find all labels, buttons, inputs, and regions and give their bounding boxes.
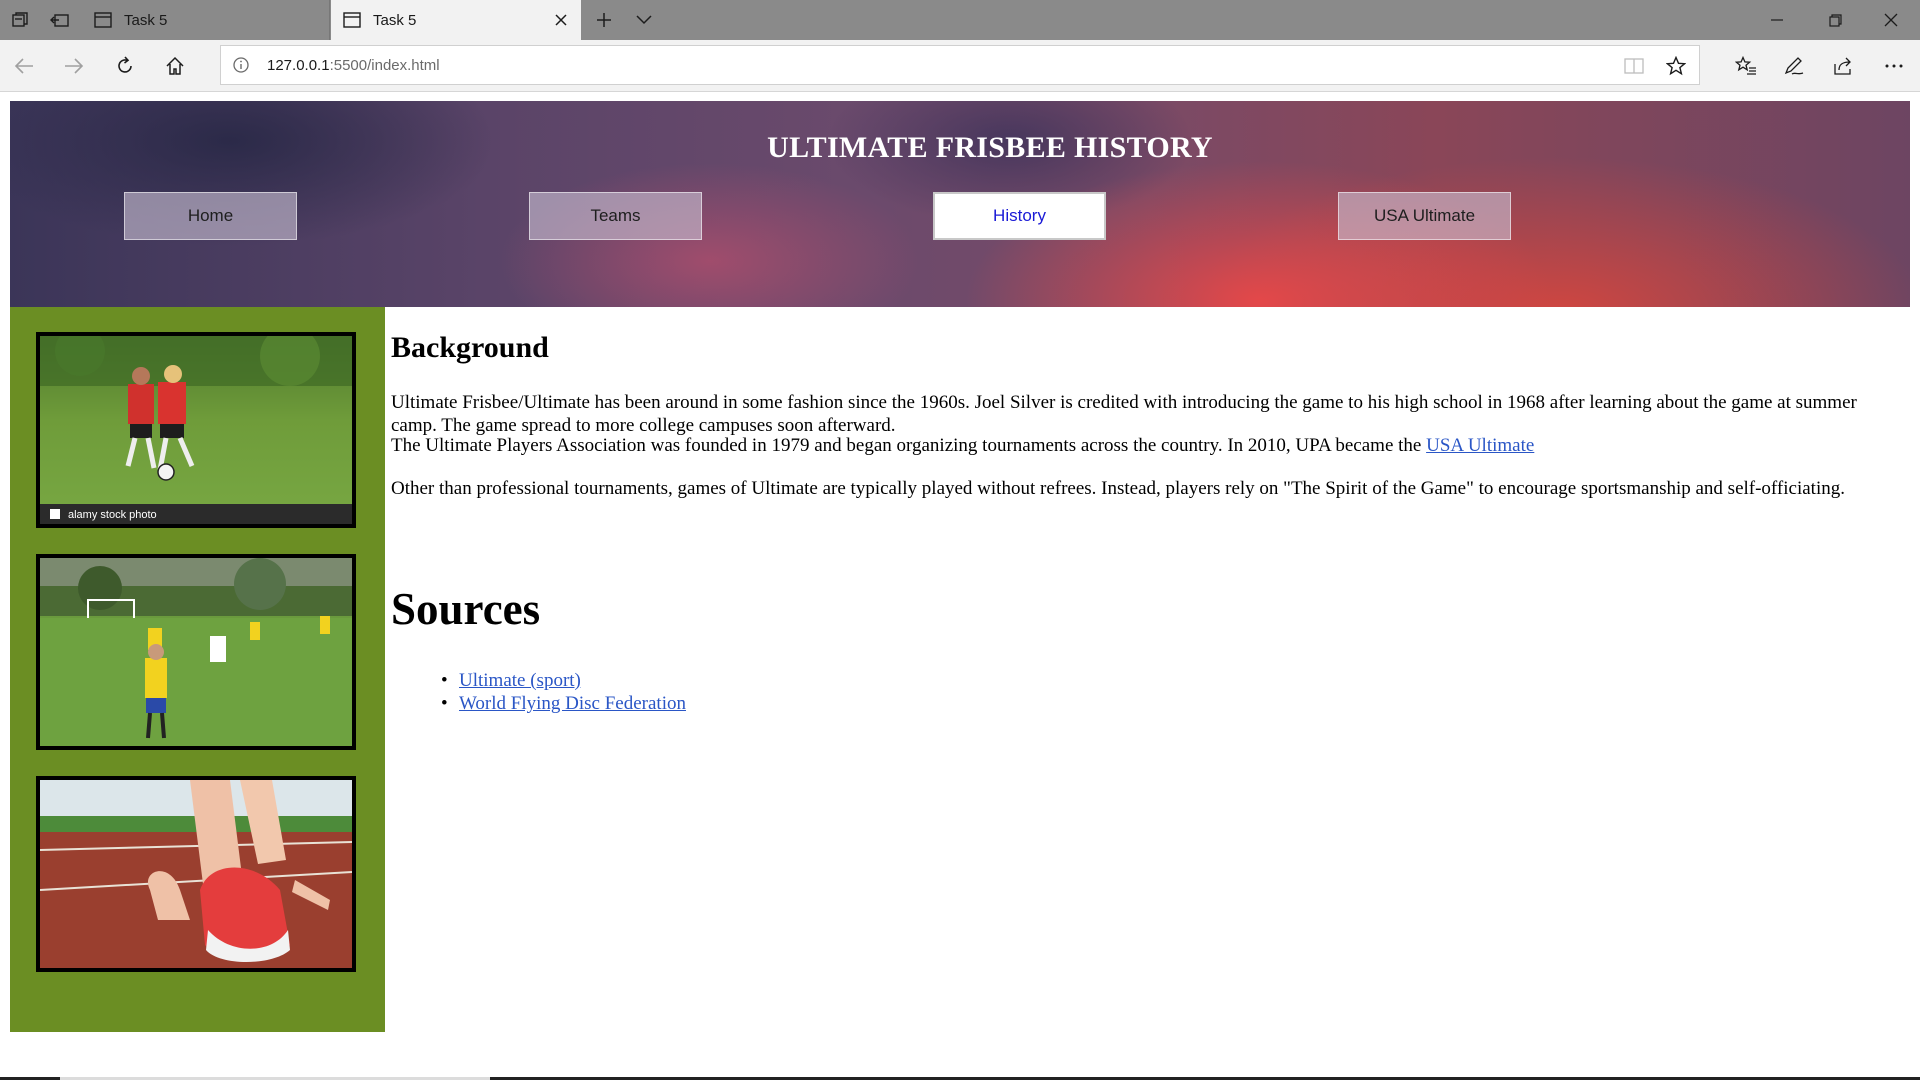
refresh-icon[interactable] — [105, 46, 145, 86]
photo-watermark: alamy stock photo — [68, 509, 157, 521]
info-icon[interactable] — [233, 57, 249, 73]
source-link-ultimate-sport[interactable]: Ultimate (sport) — [459, 670, 581, 691]
back-arrow-icon[interactable] — [4, 46, 44, 86]
browser-tab-active[interactable]: Task 5 — [331, 0, 581, 40]
kids-soccer-photo — [36, 554, 356, 750]
share-icon[interactable] — [1824, 46, 1864, 86]
tab-title: Task 5 — [373, 11, 417, 29]
page-icon — [343, 12, 361, 28]
url-path: :5500/index.html — [329, 57, 440, 74]
page-title: ULTIMATE FRISBEE HISTORY — [767, 131, 1213, 164]
track-runner-photo — [36, 776, 356, 972]
chevron-down-icon[interactable] — [624, 0, 664, 40]
more-menu-icon[interactable] — [1874, 46, 1914, 86]
browser-titlebar: Task 5 Task 5 — [0, 0, 1920, 40]
home-icon[interactable] — [155, 46, 195, 86]
background-paragraph-1: Ultimate Frisbee/Ultimate has been aroun… — [391, 392, 1857, 436]
close-window-icon[interactable] — [1862, 0, 1920, 40]
background-heading: Background — [391, 331, 549, 364]
background-paragraph-2: The Ultimate Players Association was fou… — [391, 434, 1906, 457]
list-item: Ultimate (sport) — [441, 669, 686, 692]
address-bar[interactable]: 127.0.0.1:5500/index.html — [220, 45, 1700, 85]
reading-view-icon[interactable] — [1623, 55, 1645, 77]
soccer-girls-photo: alamy stock photo — [36, 332, 356, 528]
nav-usa-ultimate-button[interactable]: USA Ultimate — [1338, 192, 1511, 240]
nav-history-button[interactable]: History — [933, 192, 1106, 240]
favorites-list-icon[interactable] — [1726, 46, 1766, 86]
tab-actions-icon[interactable] — [0, 0, 40, 40]
restore-icon[interactable] — [1806, 0, 1864, 40]
new-tab-icon[interactable] — [584, 0, 624, 40]
close-tab-icon[interactable] — [551, 10, 571, 30]
nav-teams-button[interactable]: Teams — [529, 192, 702, 240]
sources-list: Ultimate (sport) World Flying Disc Feder… — [441, 669, 686, 715]
url-host: 127.0.0.1 — [267, 57, 330, 74]
usa-ultimate-link[interactable]: USA Ultimate — [1426, 435, 1534, 456]
sources-heading: Sources — [391, 584, 541, 634]
paragraph-text: The Ultimate Players Association was fou… — [391, 435, 1427, 456]
page-icon — [94, 12, 112, 28]
image-sidebar: alamy stock photo — [10, 307, 385, 1032]
tab-title: Task 5 — [124, 11, 168, 29]
page-header: ULTIMATE FRISBEE HISTORY Home Teams Hist… — [10, 101, 1910, 307]
set-aside-tabs-icon[interactable] — [40, 0, 80, 40]
browser-tab[interactable]: Task 5 — [82, 0, 330, 40]
minimize-icon[interactable] — [1748, 0, 1806, 40]
browser-navbar: 127.0.0.1:5500/index.html — [0, 40, 1920, 92]
background-paragraph-3: Other than professional tournaments, gam… — [391, 478, 1845, 499]
nav-home-button[interactable]: Home — [124, 192, 297, 240]
url-text[interactable]: 127.0.0.1:5500/index.html — [267, 57, 440, 74]
source-link-wfdf[interactable]: World Flying Disc Federation — [459, 693, 686, 714]
forward-arrow-icon[interactable] — [54, 46, 94, 86]
favorite-star-icon[interactable] — [1665, 55, 1687, 77]
list-item: World Flying Disc Federation — [441, 692, 686, 715]
pen-notes-icon[interactable] — [1774, 46, 1814, 86]
